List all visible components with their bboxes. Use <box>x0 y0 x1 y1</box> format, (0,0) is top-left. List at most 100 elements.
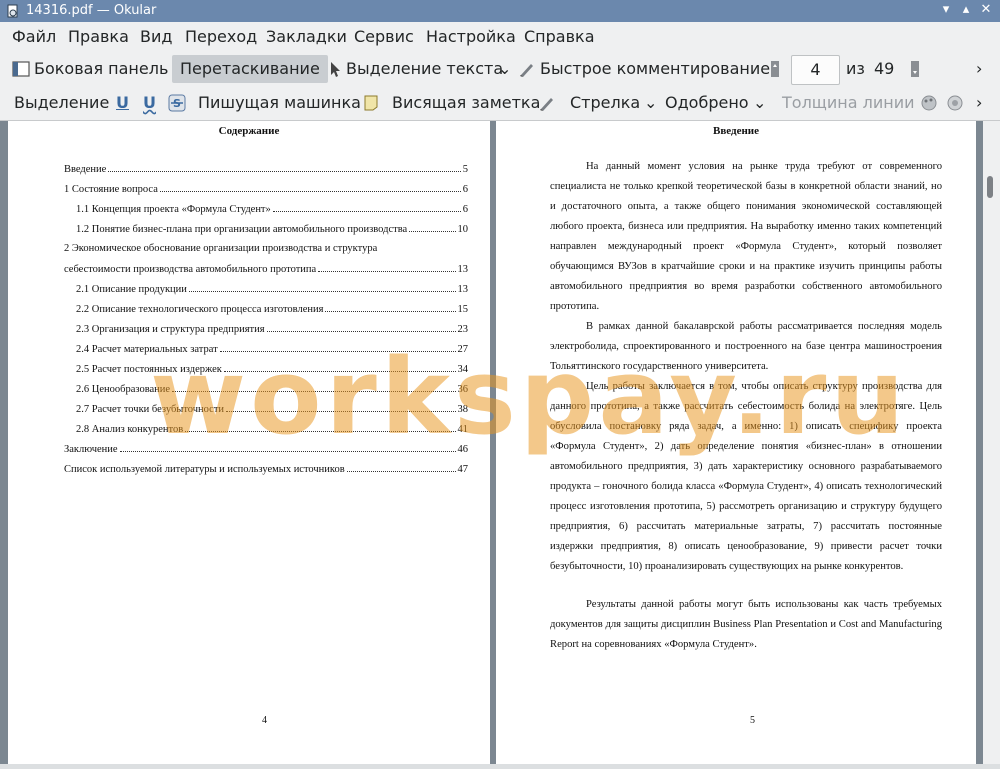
toc-entry[interactable]: Заключение 46 <box>64 443 468 455</box>
toc-entry[interactable]: 2 Экономическое обоснование организации … <box>64 243 468 254</box>
toc-leader <box>188 283 456 292</box>
menu-go[interactable]: Переход <box>185 27 257 46</box>
body-paragraph: В рамках данной бакалаврской работы расс… <box>550 321 942 372</box>
menu-edit[interactable]: Правка <box>68 27 129 46</box>
toc-entry-label: 2.6 Ценообразование <box>76 384 171 395</box>
toc-leader <box>219 343 456 352</box>
vertical-scrollbar[interactable] <box>983 121 1000 769</box>
toc-entry[interactable]: 2.4 Расчет материальных затрат 27 <box>76 343 468 355</box>
window-title: 14316.pdf — Okular <box>26 3 157 18</box>
body-paragraph: Цель работы заключается в том, чтобы опи… <box>550 381 942 572</box>
minimize-icon[interactable]: ▾ <box>938 2 954 18</box>
pdf-page-right: Введение На данный момент условия на рын… <box>496 121 976 769</box>
toc-entry[interactable]: 1.2 Понятие бизнес-плана при организации… <box>76 223 468 235</box>
line-width-button[interactable]: Толщина линии <box>782 89 915 117</box>
body-paragraph: Результаты данной работы могут быть испо… <box>550 599 942 650</box>
page-number: 4 <box>262 715 267 726</box>
annotation-toolbar-overflow-chevron-icon[interactable]: › <box>976 89 982 117</box>
text-select-button[interactable]: Выделение текста <box>346 55 503 83</box>
toc-entry[interactable]: себестоимости производства автомобильног… <box>64 263 468 275</box>
next-page-icon[interactable] <box>906 60 924 78</box>
toc-leader <box>272 203 461 212</box>
toc-entry-label: 2 Экономическое обоснование организации … <box>64 243 378 254</box>
toc-entry-label: 1.1 Концепция проекта «Формула Студент» <box>76 204 271 215</box>
color-palette-icon[interactable] <box>920 94 938 112</box>
toc-entry-label: себестоимости производства автомобильног… <box>64 264 317 275</box>
page-heading: Введение <box>712 125 760 137</box>
squiggle-icon[interactable]: U <box>143 89 156 117</box>
quick-annotation-pen-icon <box>520 64 533 77</box>
strikeout-icon[interactable]: S <box>168 94 186 112</box>
arrow-dropdown-chevron-icon[interactable]: ⌄ <box>644 89 657 117</box>
okular-app-icon <box>7 4 18 18</box>
scrollbar-thumb[interactable] <box>987 176 993 198</box>
toolbar-overflow-chevron-icon[interactable]: › <box>976 55 982 83</box>
toc-entry[interactable]: Список используемой литературы и использ… <box>64 463 468 475</box>
pdf-page-left: Содержание Введение 5 1 Состояние вопроса… <box>8 121 490 769</box>
previous-page-icon[interactable] <box>766 60 784 78</box>
toc-entry-label: 2.4 Расчет материальных затрат <box>76 344 218 355</box>
browse-tool-button[interactable]: Перетаскивание <box>172 55 328 83</box>
menu-bookmarks[interactable]: Закладки <box>266 27 347 46</box>
toc-leader <box>108 163 461 172</box>
okular-window: 14316.pdf — Okular ▾ ▴ ✕ Файл Правка Вид… <box>0 0 1000 769</box>
page-of-label: из <box>846 59 865 78</box>
annotation-toolbar: Выделение U U S Пишущая машинка Висящая … <box>0 86 1000 121</box>
toc-entry-page: 6 <box>462 204 468 215</box>
toc-entry[interactable]: 2.5 Расчет постоянных издержек 34 <box>76 363 468 375</box>
stamp-button[interactable]: Одобрено <box>665 89 749 117</box>
toc-entry-page: 46 <box>457 444 469 455</box>
highlight-button[interactable]: Выделение <box>14 89 109 117</box>
toc-leader <box>346 463 456 472</box>
toc-entry-page: 13 <box>457 284 469 295</box>
toc-leader <box>159 183 461 192</box>
toc-leader <box>318 263 456 272</box>
menu-view[interactable]: Вид <box>140 27 172 46</box>
typewriter-button[interactable]: Пишущая машинка <box>198 89 361 117</box>
toc-entry-label: 2.2 Описание технологического процесса и… <box>76 304 324 315</box>
close-icon[interactable]: ✕ <box>978 2 994 18</box>
toc-leader <box>226 403 456 412</box>
toc-entry-label: 1.2 Понятие бизнес-плана при организации… <box>76 224 408 235</box>
toc-entry[interactable]: 1 Состояние вопроса 6 <box>64 183 468 195</box>
toc-entry[interactable]: 2.2 Описание технологического процесса и… <box>76 303 468 315</box>
toc-entry-label: 2.3 Организация и структура предприятия <box>76 324 265 335</box>
toc-leader <box>325 303 456 312</box>
menu-settings[interactable]: Настройка <box>426 27 516 46</box>
menu-tools[interactable]: Сервис <box>354 27 414 46</box>
stamp-dropdown-chevron-icon[interactable]: ⌄ <box>753 89 766 117</box>
toc-entry[interactable]: 2.3 Организация и структура предприятия 2… <box>76 323 468 335</box>
pop-up-note-button[interactable]: Висящая заметка <box>392 89 540 117</box>
toc-leader <box>185 423 456 432</box>
toc-entry[interactable]: 2.7 Расчет точки безубыточности 38 <box>76 403 468 415</box>
toc-entry[interactable]: 2.6 Ценообразование 36 <box>76 383 468 395</box>
toc-entry-label: 2.5 Расчет постоянных издержек <box>76 364 222 375</box>
quick-annotations-button[interactable]: Быстрое комментирование <box>540 55 770 83</box>
text-select-dropdown-chevron-icon[interactable]: ⌄ <box>498 55 511 83</box>
menu-help[interactable]: Справка <box>524 27 595 46</box>
toc-entry-page: 41 <box>457 424 469 435</box>
toc-entry[interactable]: 2.1 Описание продукции 13 <box>76 283 468 295</box>
toc-leader <box>223 363 456 372</box>
arrow-button[interactable]: Стрелка <box>570 89 640 117</box>
toc-leader <box>119 443 456 452</box>
sidebar-button[interactable]: Боковая панель <box>34 55 168 83</box>
toc-entry-page: 36 <box>457 384 469 395</box>
toc-entry[interactable]: 2.8 Анализ конкурентов 41 <box>76 423 468 435</box>
document-viewport[interactable]: Содержание Введение 5 1 Состояние вопроса… <box>0 121 1000 769</box>
page-heading: Содержание <box>218 125 280 137</box>
toc-entry[interactable]: 1.1 Концепция проекта «Формула Студент» 6 <box>76 203 468 215</box>
page-number-input[interactable]: 4 <box>791 55 840 85</box>
title-bar[interactable]: 14316.pdf — Okular ▾ ▴ ✕ <box>0 0 1000 22</box>
maximize-icon[interactable]: ▴ <box>958 2 974 18</box>
menu-file[interactable]: Файл <box>12 27 56 46</box>
toc-entry-page: 5 <box>462 164 468 175</box>
toc-entry-label: Введение <box>64 164 107 175</box>
toc-entry[interactable]: Введение 5 <box>64 163 468 175</box>
toc-entry-page: 15 <box>457 304 469 315</box>
underline-icon[interactable]: U <box>116 89 129 117</box>
toc-entry-page: 10 <box>457 224 469 235</box>
opacity-icon[interactable] <box>946 94 964 112</box>
toc-entry-label: 2.1 Описание продукции <box>76 284 187 295</box>
text-select-cursor-icon <box>331 62 340 77</box>
